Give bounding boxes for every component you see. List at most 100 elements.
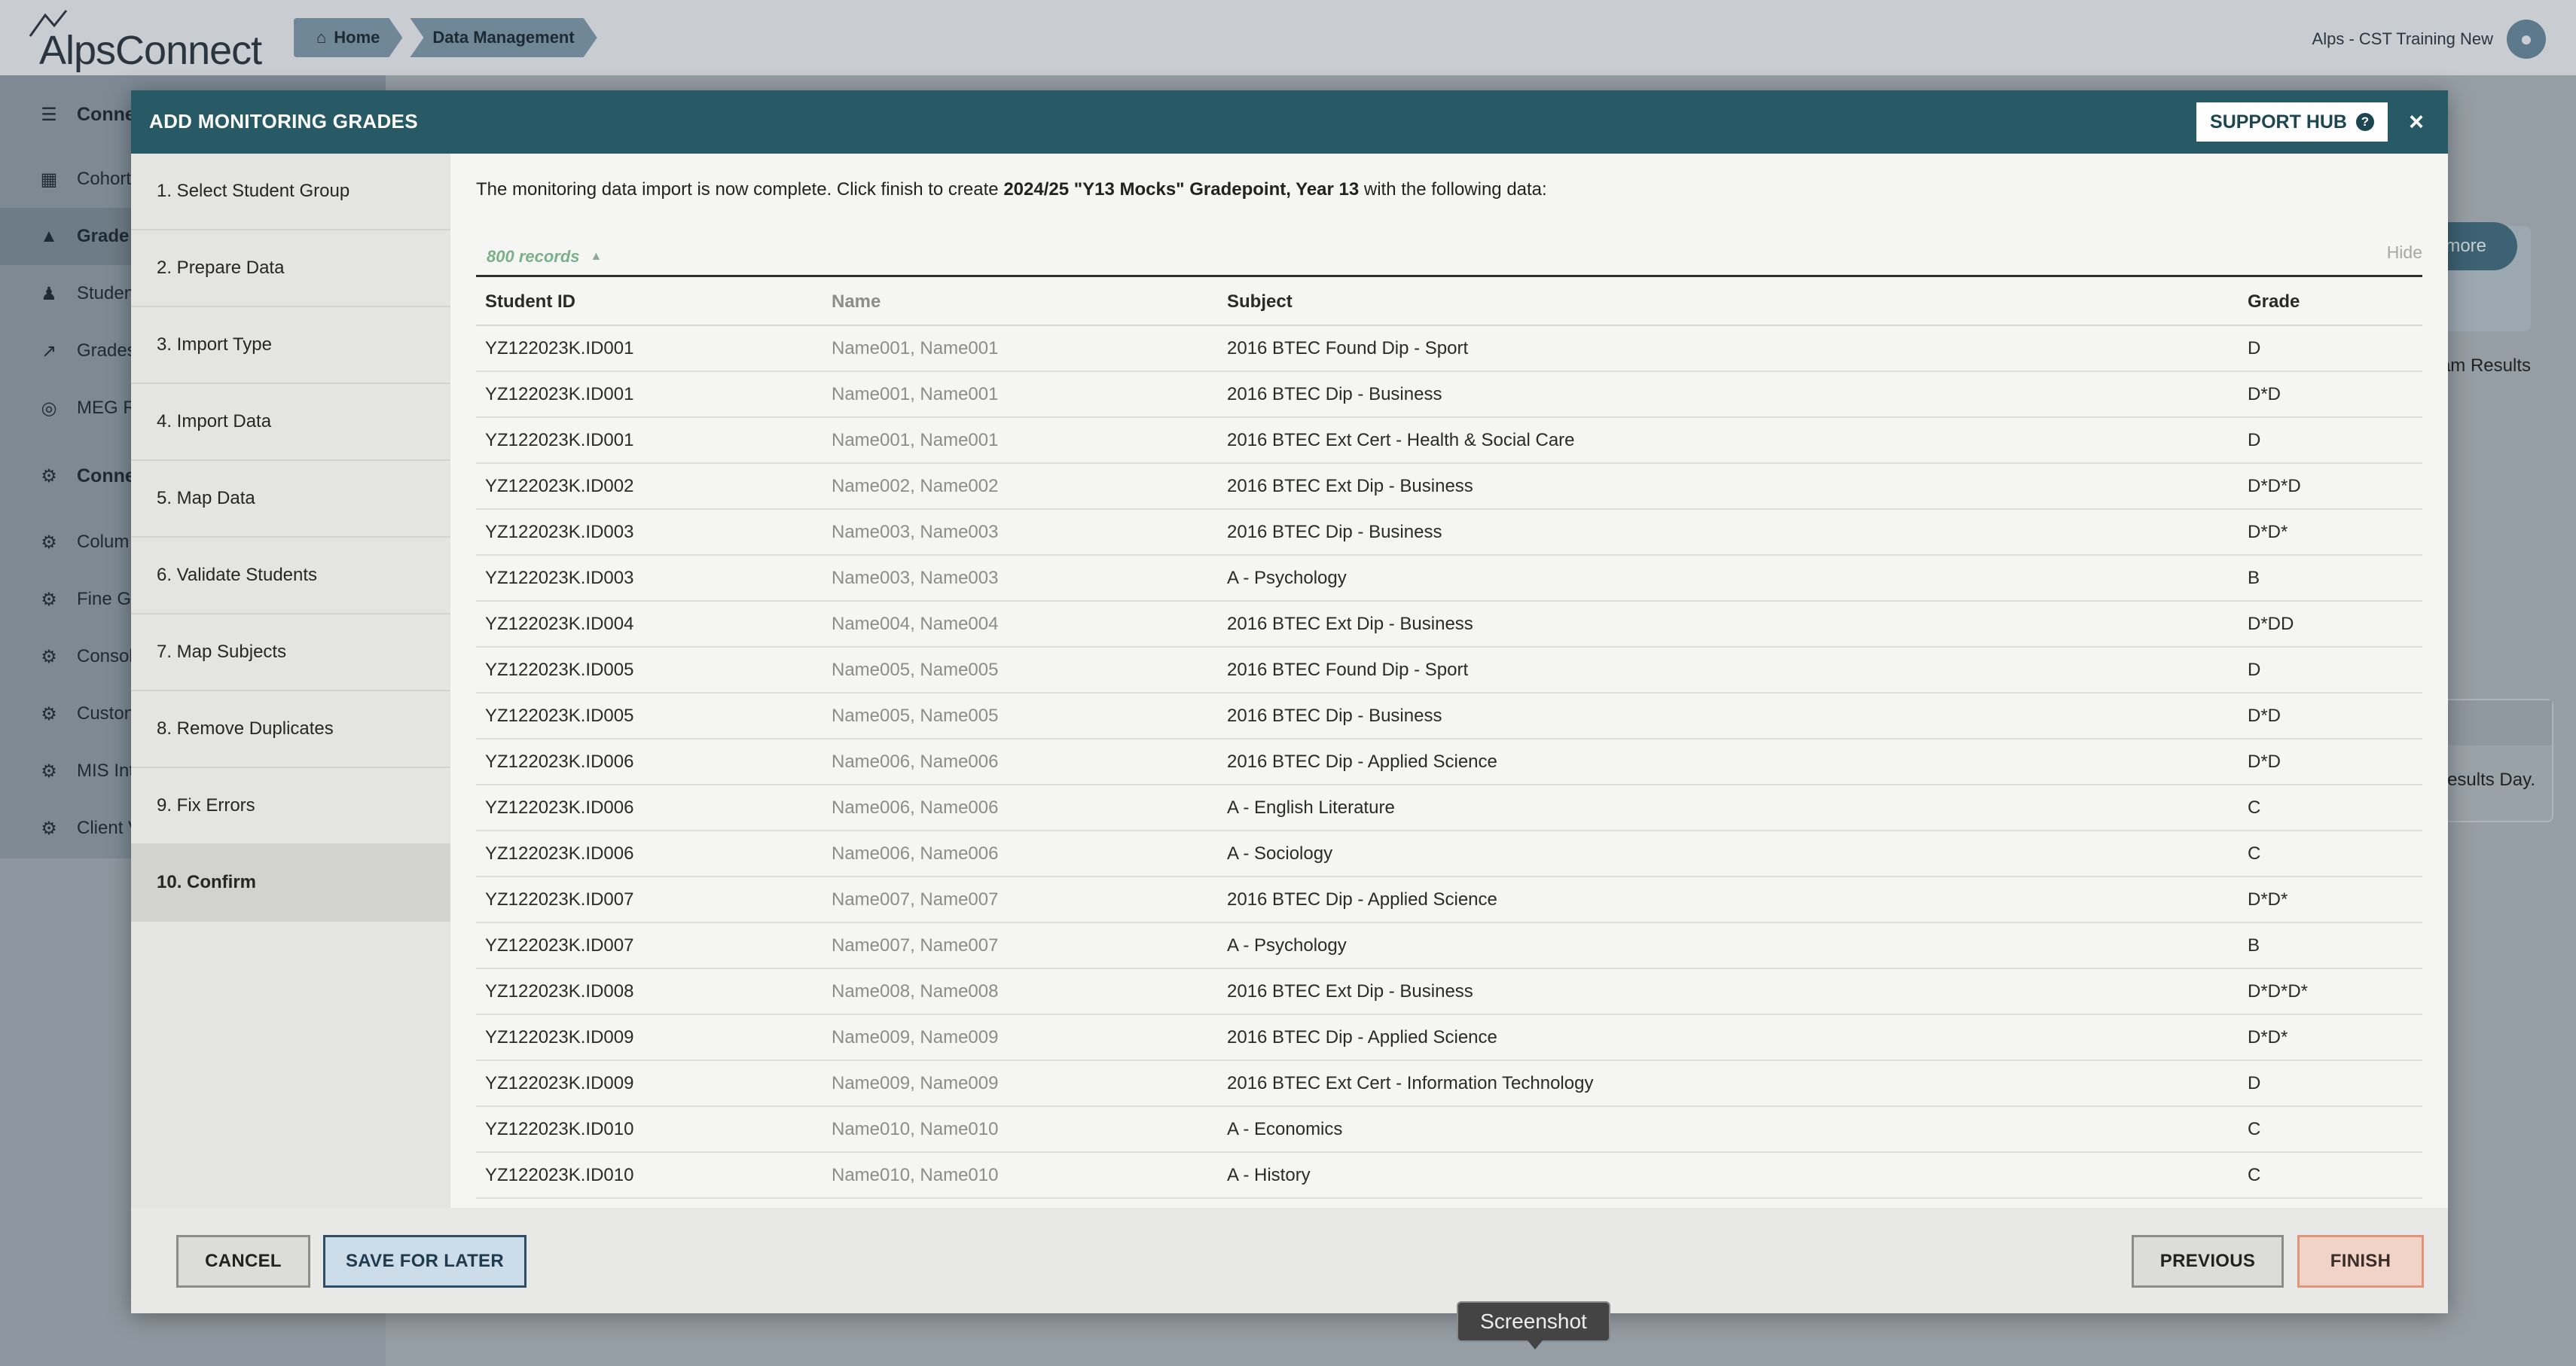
target-icon: ◎ — [41, 398, 57, 419]
table-row: YZ122023K.ID007 Name007, Name007 A - Psych… — [476, 922, 2422, 969]
sidebar-label: Cohort — [77, 169, 132, 189]
cell-grade: C — [2239, 1152, 2422, 1199]
save-for-later-button[interactable]: SAVE FOR LATER — [323, 1235, 526, 1288]
step-map-subjects[interactable]: 7. Map Subjects — [131, 614, 450, 691]
finish-button[interactable]: FINISH — [2297, 1235, 2424, 1288]
table-row: YZ122023K.ID007 Name007, Name007 2016 BTEC… — [476, 877, 2422, 923]
cell-student-id: YZ122023K.ID009 — [476, 1060, 823, 1107]
cell-grade: D*D* — [2239, 1014, 2422, 1061]
cell-name: Name008, Name008 — [823, 968, 1218, 1015]
cell-name: Name007, Name007 — [823, 922, 1218, 969]
column-header-grade: Grade — [2239, 279, 2422, 326]
gear-icon: ⚙ — [41, 818, 57, 839]
cell-grade: D*D* — [2239, 509, 2422, 556]
table-row: YZ122023K.ID010 Name010, Name010 A - Econo… — [476, 1106, 2422, 1153]
cell-subject: A - Psychology — [1218, 922, 2239, 969]
logo-text: AlpsConnect — [39, 28, 262, 73]
table-row: YZ122023K.ID004 Name004, Name004 2016 BTEC… — [476, 601, 2422, 648]
cell-student-id: YZ122023K.ID005 — [476, 693, 823, 739]
table-row: YZ122023K.ID008 Name008, Name008 2016 BTEC… — [476, 968, 2422, 1015]
step-select-student-group[interactable]: 1. Select Student Group — [131, 154, 450, 230]
step-confirm[interactable]: 10. Confirm — [131, 845, 450, 922]
cell-subject: 2016 BTEC Ext Cert - Information Technol… — [1218, 1060, 2239, 1107]
cell-name: Name005, Name005 — [823, 647, 1218, 694]
sidebar-label: Studen — [77, 283, 135, 303]
sidebar-label: Grades — [77, 340, 136, 361]
cell-subject: 2016 BTEC Ext Dip - Business — [1218, 601, 2239, 648]
cell-student-id: YZ122023K.ID005 — [476, 647, 823, 694]
records-count: 800 records — [487, 247, 580, 266]
cell-grade: D*D* — [2239, 877, 2422, 923]
wizard-steps: 1. Select Student Group 2. Prepare Data … — [131, 154, 450, 1208]
cell-name: Name003, Name003 — [823, 509, 1218, 556]
sidebar-label: Colum — [77, 532, 130, 552]
table-row: YZ122023K.ID003 Name003, Name003 A - Psych… — [476, 555, 2422, 602]
cell-subject: 2016 BTEC Dip - Applied Science — [1218, 877, 2239, 923]
graduation-cap-icon: ▲ — [40, 226, 58, 246]
sidebar-label: Conne — [77, 103, 136, 125]
cell-name: Name009, Name009 — [823, 1060, 1218, 1107]
table-row: YZ122023K.ID009 Name009, Name009 2016 BTEC… — [476, 1060, 2422, 1107]
cell-student-id: YZ122023K.ID003 — [476, 555, 823, 602]
cell-name: Name007, Name007 — [823, 877, 1218, 923]
add-monitoring-grades-modal: ADD MONITORING GRADES SUPPORT HUB ? × 1.… — [131, 90, 2448, 1313]
cell-grade: D — [2239, 1060, 2422, 1107]
cell-grade: C — [2239, 831, 2422, 877]
cell-subject: 2016 BTEC Dip - Business — [1218, 693, 2239, 739]
intro-prefix: The monitoring data import is now comple… — [476, 179, 1004, 200]
breadcrumb-data-management[interactable]: Data Management — [410, 18, 597, 57]
step-fix-errors[interactable]: 9. Fix Errors — [131, 768, 450, 845]
cell-grade: D*D — [2239, 693, 2422, 739]
cell-student-id: YZ122023K.ID006 — [476, 739, 823, 785]
records-toggle[interactable]: 800 records ▲ — [487, 247, 602, 267]
cell-student-id: YZ122023K.ID007 — [476, 877, 823, 923]
cell-student-id: YZ122023K.ID008 — [476, 968, 823, 1015]
step-validate-students[interactable]: 6. Validate Students — [131, 538, 450, 614]
table-row: YZ122023K.ID009 Name009, Name009 2016 BTEC… — [476, 1014, 2422, 1061]
column-header-subject: Subject — [1218, 279, 2239, 326]
cell-name: Name010, Name010 — [823, 1152, 1218, 1199]
cell-student-id: YZ122023K.ID010 — [476, 1152, 823, 1199]
gear-icon: ⚙ — [41, 703, 57, 724]
cell-grade: D*DD — [2239, 601, 2422, 648]
close-icon[interactable]: × — [2401, 105, 2431, 139]
step-remove-duplicates[interactable]: 8. Remove Duplicates — [131, 691, 450, 768]
table-row: YZ122023K.ID006 Name006, Name006 2016 BTEC… — [476, 739, 2422, 785]
breadcrumb: ⌂ Home Data Management — [294, 18, 605, 57]
support-hub-label: SUPPORT HUB — [2210, 111, 2347, 133]
hide-link[interactable]: Hide — [2387, 242, 2422, 263]
modal-title: ADD MONITORING GRADES — [149, 110, 418, 133]
sidebar-label: Conne — [77, 465, 136, 486]
support-hub-button[interactable]: SUPPORT HUB ? — [2196, 102, 2388, 142]
records-table: Student ID Name Subject Grade YZ122023K.… — [476, 279, 2422, 1199]
intro-suffix: with the following data: — [1359, 179, 1547, 200]
confirm-panel: The monitoring data import is now comple… — [450, 154, 2448, 1208]
step-import-type[interactable]: 3. Import Type — [131, 307, 450, 384]
breadcrumb-home[interactable]: ⌂ Home — [294, 18, 402, 57]
cell-grade: D — [2239, 647, 2422, 694]
cell-subject: 2016 BTEC Found Dip - Sport — [1218, 647, 2239, 694]
step-import-data[interactable]: 4. Import Data — [131, 384, 450, 461]
step-map-data[interactable]: 5. Map Data — [131, 461, 450, 538]
cell-name: Name002, Name002 — [823, 463, 1218, 510]
cell-student-id: YZ122023K.ID010 — [476, 1106, 823, 1153]
cell-grade: D*D*D — [2239, 463, 2422, 510]
cell-name: Name006, Name006 — [823, 739, 1218, 785]
cell-student-id: YZ122023K.ID002 — [476, 463, 823, 510]
alps-connect-logo[interactable]: AlpsConnect — [29, 8, 277, 73]
cell-name: Name001, Name001 — [823, 417, 1218, 464]
breadcrumb-home-label: Home — [334, 28, 380, 47]
background-tab[interactable]: am Results — [2440, 355, 2531, 377]
account-menu[interactable]: Alps - CST Training New ● — [2312, 20, 2546, 59]
step-prepare-data[interactable]: 2. Prepare Data — [131, 230, 450, 307]
cell-student-id: YZ122023K.ID006 — [476, 831, 823, 877]
table-row: YZ122023K.ID001 Name001, Name001 2016 BTEC… — [476, 371, 2422, 418]
cell-name: Name010, Name010 — [823, 1106, 1218, 1153]
user-avatar-icon[interactable]: ● — [2507, 20, 2546, 59]
table-top-rule — [476, 275, 2422, 277]
table-row: YZ122023K.ID005 Name005, Name005 2016 BTEC… — [476, 693, 2422, 739]
gear-icon: ⚙ — [41, 589, 57, 610]
previous-button[interactable]: PREVIOUS — [2132, 1235, 2284, 1288]
cancel-button[interactable]: CANCEL — [176, 1235, 310, 1288]
cell-name: Name004, Name004 — [823, 601, 1218, 648]
